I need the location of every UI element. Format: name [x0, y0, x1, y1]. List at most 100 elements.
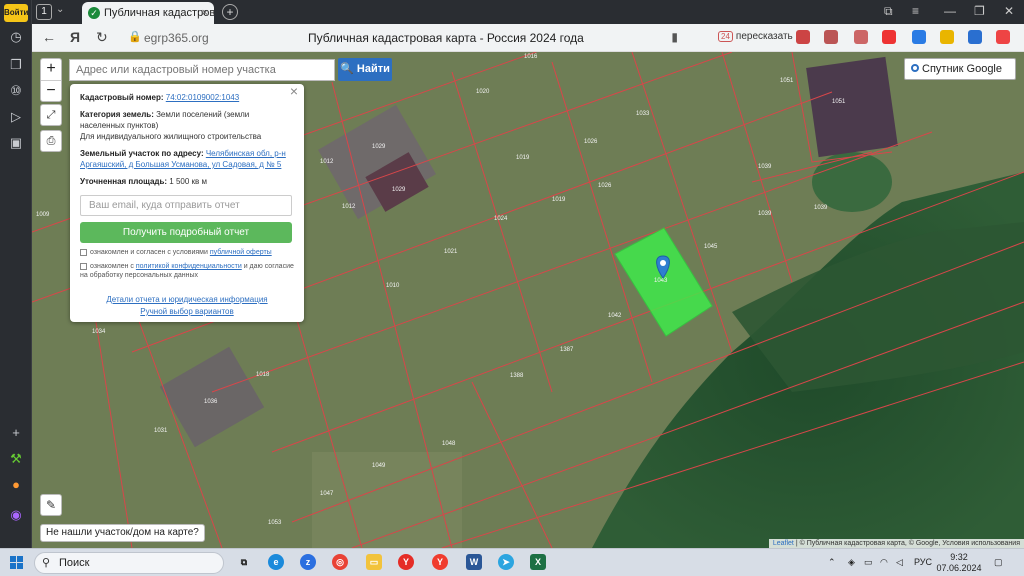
radio-selected-icon: [911, 64, 919, 72]
url-field[interactable]: 🔒 egrp365.org Публичная кадастровая карт…: [118, 28, 678, 48]
address-bar: ← Я ↻ 🔒 egrp365.org Публичная кадастрова…: [32, 24, 1024, 52]
not-found-button[interactable]: Не нашли участок/дом на карте?: [40, 524, 205, 542]
offer-checkbox-row[interactable]: ознакомлен и согласен с условиями публич…: [80, 248, 294, 257]
windows-start-icon[interactable]: [10, 556, 24, 570]
print-icon[interactable]: ⎙: [40, 130, 62, 152]
layer-label: Спутник Google: [922, 63, 1002, 75]
zoom-control: + −: [40, 58, 62, 102]
video-icon[interactable]: ▷: [7, 108, 25, 126]
tray-chevron-icon[interactable]: ⌃: [828, 557, 836, 568]
restore-icon[interactable]: ❐: [974, 4, 985, 18]
parcel-label: 1012: [320, 159, 334, 165]
tab-counter[interactable]: 1: [36, 4, 52, 20]
parcel-label: 1031: [154, 428, 168, 434]
collections-icon[interactable]: ❐: [7, 56, 25, 74]
privacy-link[interactable]: политикой конфиденциальности: [136, 263, 242, 270]
close-icon[interactable]: ×: [290, 84, 298, 98]
layer-selector[interactable]: Спутник Google: [904, 58, 1016, 80]
privacy-checkbox-row[interactable]: ознакомлен с политикой конфиденциальност…: [80, 262, 294, 280]
email-input[interactable]: Ваш email, куда отправить отчет: [80, 195, 292, 216]
extension-5-icon[interactable]: [912, 30, 926, 44]
checkbox[interactable]: [80, 248, 87, 256]
lock-icon: 🔒: [128, 31, 142, 43]
parcel-label: 1029: [392, 187, 406, 193]
clock-date: 07.06.2024: [936, 563, 982, 573]
tabs-counter-icon[interactable]: ⑩: [7, 82, 25, 100]
network-icon[interactable]: ◈: [848, 557, 855, 568]
battery-icon[interactable]: [940, 30, 954, 44]
notes-icon[interactable]: ▣: [7, 134, 25, 152]
zoom-out-button[interactable]: −: [41, 81, 61, 103]
taskbar: ⚲ Поиск ⧉ e z ◎ ▭ Y Y W ➤ X ⌃ ◈ ▭ ◠ ◁ РУС…: [0, 548, 1024, 576]
parcel-label: 1039: [814, 205, 828, 211]
login-button[interactable]: Войти: [4, 4, 28, 22]
leaflet-link[interactable]: Leaflet: [773, 540, 794, 547]
explorer-icon[interactable]: ▭: [366, 554, 382, 570]
chrome-icon[interactable]: ◎: [332, 554, 348, 570]
parcel-label: 1047: [320, 491, 334, 497]
cad-number-link[interactable]: 74:02:0109002:1043: [166, 93, 239, 102]
reload-icon[interactable]: ↻: [96, 29, 108, 46]
checkbox[interactable]: [80, 262, 87, 270]
parcel-label: 1020: [476, 89, 490, 95]
parcel-label: 1021: [444, 249, 458, 255]
extension-icon[interactable]: ⚒: [7, 450, 25, 468]
extension-4-icon[interactable]: [882, 30, 896, 44]
app-icon[interactable]: ●: [7, 476, 25, 494]
manual-select-link[interactable]: Ручной выбор вариантов: [80, 306, 294, 318]
area-value: 1 500 кв м: [169, 177, 208, 186]
details-link[interactable]: Детали отчета и юридическая информация: [80, 294, 294, 306]
yandex-icon[interactable]: Я: [70, 29, 80, 45]
extension-6-icon[interactable]: [968, 30, 982, 44]
find-button[interactable]: 🔍 Найти: [338, 58, 392, 81]
task-view-icon[interactable]: ⧉: [236, 554, 252, 570]
retell-button[interactable]: 24 пересказать: [718, 31, 793, 42]
network-icon[interactable]: ▭: [864, 557, 873, 568]
notifications-icon[interactable]: ▢: [994, 557, 1003, 568]
extension-1-icon[interactable]: [796, 30, 810, 44]
close-window-icon[interactable]: ✕: [1004, 4, 1014, 18]
yandex-browser-active-icon[interactable]: Y: [432, 554, 448, 570]
cadastral-map[interactable]: 1016 1020 1033 1051 1051 1029 1012 1019 …: [32, 52, 1024, 548]
retell-badge-icon: 24: [718, 31, 733, 42]
language-indicator[interactable]: РУС: [914, 557, 932, 567]
word-icon[interactable]: W: [466, 554, 482, 570]
alice-icon[interactable]: ◉: [7, 506, 25, 524]
clock[interactable]: 9:32 07.06.2024: [934, 552, 984, 574]
parcel-label: 1009: [36, 212, 50, 218]
parcel-label: 1048: [442, 441, 456, 447]
bookmark-panel-icon[interactable]: ⧉: [884, 4, 893, 19]
new-tab-button[interactable]: +: [222, 4, 238, 20]
shield-check-icon: ✓: [88, 7, 100, 19]
telegram-icon[interactable]: ➤: [498, 554, 514, 570]
history-icon[interactable]: ◷: [7, 28, 25, 46]
extension-3-icon[interactable]: [854, 30, 868, 44]
wifi-icon[interactable]: ◠: [880, 557, 888, 568]
yandex-browser-icon[interactable]: Y: [398, 554, 414, 570]
add-icon[interactable]: +: [7, 424, 25, 442]
parcel-label: 1039: [758, 164, 772, 170]
close-icon[interactable]: ×: [202, 2, 208, 24]
cad-label: Кадастровый номер:: [80, 93, 164, 102]
volume-icon[interactable]: ◁: [896, 557, 903, 568]
active-tab[interactable]: ✓ Публичная кадастровая ×: [82, 2, 214, 24]
parcel-label: 1053: [268, 520, 282, 526]
fullscreen-icon[interactable]: ⤢: [40, 104, 62, 126]
menu-icon[interactable]: ≡: [912, 4, 919, 18]
draw-icon[interactable]: ✎: [40, 494, 62, 516]
parcel-label: 1049: [372, 463, 386, 469]
edge-icon[interactable]: e: [268, 554, 284, 570]
chevron-down-icon[interactable]: ⌄: [56, 4, 64, 15]
excel-icon[interactable]: X: [530, 554, 546, 570]
bookmark-icon[interactable]: ▮: [671, 30, 678, 44]
extension-2-icon[interactable]: [824, 30, 838, 44]
back-icon[interactable]: ←: [42, 29, 56, 45]
minimize-icon[interactable]: —: [944, 4, 956, 18]
zoom-app-icon[interactable]: z: [300, 554, 316, 570]
search-input[interactable]: [69, 59, 335, 81]
offer-link[interactable]: публичной оферты: [210, 249, 272, 256]
get-report-button[interactable]: Получить подробный отчет: [80, 222, 292, 243]
zoom-in-button[interactable]: +: [41, 59, 61, 81]
taskbar-search[interactable]: ⚲ Поиск: [34, 552, 224, 574]
download-icon[interactable]: [996, 30, 1010, 44]
